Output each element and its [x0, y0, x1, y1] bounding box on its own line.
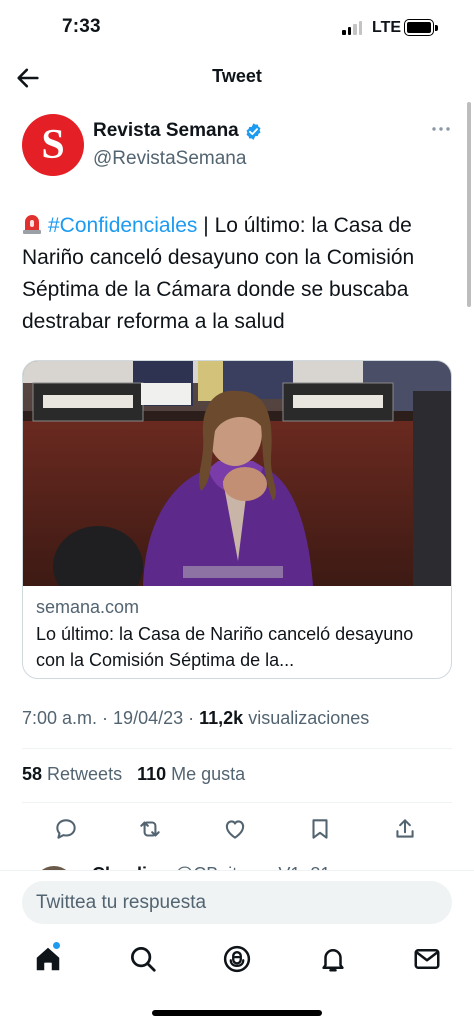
tweet-date: 19/04/23 [113, 708, 184, 728]
status-time: 7:33 [62, 16, 101, 37]
spaces-microphone-icon[interactable] [222, 944, 252, 974]
home-icon[interactable] [33, 944, 63, 974]
separator: | [197, 214, 215, 237]
avatar[interactable]: S [22, 114, 84, 176]
siren-emoji-icon [23, 215, 41, 234]
meta-dot: · [97, 708, 114, 728]
search-icon[interactable] [128, 944, 158, 974]
likes-count[interactable]: 110 [137, 764, 166, 784]
author-handle[interactable]: @RevistaSemana [93, 148, 246, 170]
page-title: Tweet [212, 66, 262, 86]
scrollbar[interactable] [467, 102, 471, 307]
signal-strength-icon [342, 21, 362, 35]
meta-dot: · [183, 708, 200, 728]
reply-bar: Twittea tu respuesta [0, 870, 474, 934]
tweet-text: #Confidenciales | Lo último: la Casa de … [22, 210, 462, 338]
nav-header: Tweet [0, 56, 474, 100]
divider [22, 802, 452, 803]
tweet-actions [0, 816, 474, 844]
status-bar: 7:33 LTE [0, 0, 474, 56]
battery-icon [404, 19, 434, 36]
bookmark-icon[interactable] [307, 816, 333, 842]
retweets-count[interactable]: 58 [22, 764, 42, 784]
likes-label[interactable]: Me gusta [166, 764, 245, 784]
more-options-icon[interactable] [431, 124, 451, 134]
author-name-text[interactable]: Revista Semana [93, 120, 239, 142]
network-type: LTE [372, 19, 402, 36]
reply-input[interactable]: Twittea tu respuesta [22, 881, 452, 924]
card-image[interactable] [23, 361, 452, 586]
card-domain: semana.com [36, 597, 140, 617]
retweets-label[interactable]: Retweets [42, 764, 122, 784]
messages-envelope-icon[interactable] [412, 944, 442, 974]
notifications-bell-icon[interactable] [318, 944, 348, 974]
views-label[interactable]: visualizaciones [243, 708, 369, 728]
like-heart-icon[interactable] [222, 816, 248, 842]
author-name[interactable]: Revista Semana [93, 120, 263, 142]
card-title[interactable]: Lo último: la Casa de Nariño canceló des… [36, 621, 441, 673]
views-count[interactable]: 11,2k [199, 708, 243, 728]
verified-badge-icon [246, 122, 261, 140]
reply-icon[interactable] [53, 816, 79, 842]
tweet-stats: 58 Retweets 110 Me gusta [22, 764, 245, 785]
tweet-time: 7:00 a.m. [22, 708, 98, 728]
share-icon[interactable] [392, 816, 418, 842]
hashtag-link[interactable]: #Confidenciales [48, 214, 197, 237]
link-card[interactable]: semana.com Lo último: la Casa de Nariño … [22, 360, 452, 679]
tweet-meta: 7:00 a.m. · 19/04/23 · 11,2k visualizaci… [22, 708, 369, 729]
home-indicator[interactable] [152, 1010, 322, 1016]
divider [22, 748, 452, 749]
bottom-tab-bar [0, 934, 474, 1024]
retweet-icon[interactable] [137, 816, 163, 842]
notification-dot [53, 942, 60, 949]
battery-tip [435, 25, 438, 31]
